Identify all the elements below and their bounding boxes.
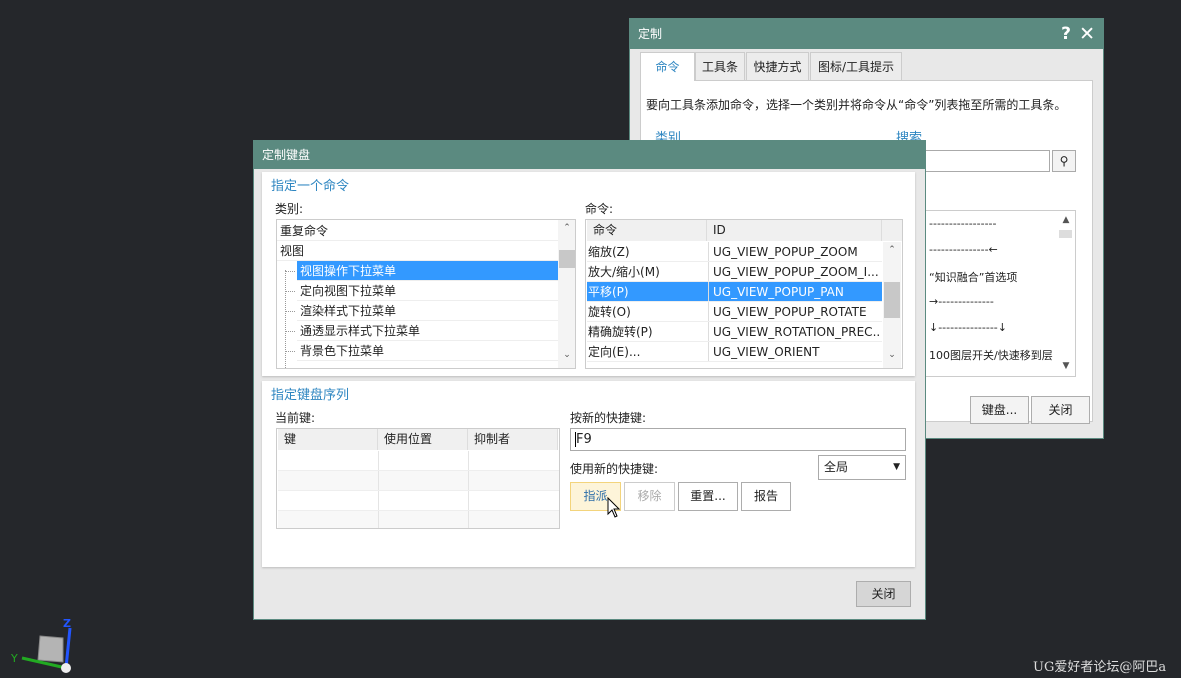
toolbar-command-list[interactable]: ----------------- ---------------← “知识融合”首… [925,210,1076,377]
empty-key-row [278,511,559,528]
command-id: UG_VIEW_ROTATION_PREC... [708,322,880,341]
command-row[interactable]: 旋转(O) UG_VIEW_POPUP_ROTATE [587,302,882,322]
command-name: 定向(E)... [588,345,641,359]
scroll-up-icon[interactable]: ▲ [1057,215,1075,225]
list-item[interactable]: 100图层开关/快速移到层 [929,347,1053,363]
scroll-down-icon[interactable]: ⌄ [883,350,901,360]
header-filler [882,220,902,241]
section-key-sequence: 指定键盘序列 [271,388,350,403]
scrollbar-thumb[interactable] [559,250,575,268]
scope-dropdown[interactable]: 全局 ▼ [818,455,906,480]
command-table[interactable]: 命令 ID 缩放(Z) UG_VIEW_POPUP_ZOOM 放大/缩小(M) UG_… [585,219,903,369]
list-item[interactable]: “知识融合”首选项 [929,269,1017,285]
tree-connector [285,291,295,292]
scroll-up-icon[interactable]: ⌃ [883,245,901,255]
keyboard-titlebar[interactable]: 定制键盘 [254,141,925,169]
report-button[interactable]: 报告 [741,482,791,511]
scope-value: 全局 [824,460,849,474]
reset-button[interactable]: 重置... [678,482,738,511]
list-item[interactable]: ----------------- [929,217,996,230]
category-item[interactable]: 视图 [277,241,558,261]
keyboard-title: 定制键盘 [262,148,311,162]
command-id: UG_VIEW_POPUP_ZOOM_I... [708,262,880,281]
mouse-cursor-icon [607,497,621,518]
customize-close-button[interactable]: 关闭 [1031,396,1090,424]
search-button[interactable]: ⚲ [1052,150,1076,172]
category-item[interactable]: 重复命令 [277,221,558,241]
category-item[interactable]: 背景色下拉菜单 [297,341,558,361]
customize-titlebar[interactable]: 定制 ? ✕ [630,19,1103,49]
list-item[interactable]: ↓---------------↓ [929,321,1007,334]
current-keys-table[interactable]: 键使用位置 抑制者 [276,428,560,529]
new-key-input[interactable]: F9 [570,428,906,451]
tree-line [285,270,286,368]
command-name: 缩放(Z) [588,245,630,259]
instruction-text: 要向工具条添加命令，选择一个类别并将命令从“命令”列表拖至所需的工具条。 [646,98,1067,112]
command-name: 平移(P) [588,285,629,299]
command-name: 精确旋转(P) [588,325,653,339]
dropdown-arrow-icon: ▼ [893,462,900,472]
tree-connector [285,331,295,332]
scroll-up-icon[interactable]: ⌃ [558,223,575,233]
command-row[interactable]: 精确旋转(P) UG_VIEW_ROTATION_PREC... [587,322,882,342]
use-new-key-label: 使用新的快捷键: [570,462,659,476]
keyboard-close-button[interactable]: 关闭 [856,581,911,607]
tab-1[interactable]: 工具条 [695,52,745,80]
category-scrollbar[interactable]: ⌃ ⌄ [558,220,575,368]
scroll-down-icon[interactable]: ▼ [1057,361,1075,371]
command-id: UG_VIEW_ORIENT [708,342,880,361]
customize-title: 定制 [638,27,663,41]
question-icon[interactable]: ? [1061,19,1071,49]
tree-connector [285,351,295,352]
column-header-command[interactable]: 命令 [587,220,707,241]
category-item[interactable]: 渲染样式下拉菜单 [297,301,558,321]
category-item[interactable]: 定向视图下拉菜单 [297,281,558,301]
scroll-down-icon[interactable]: ⌄ [558,350,575,360]
command-label: 命令: [585,202,614,216]
command-row[interactable]: 缩放(Z) UG_VIEW_POPUP_ZOOM [587,242,882,262]
tab-2[interactable]: 快捷方式 [746,52,809,80]
category-tree[interactable]: 重复命令 视图 视图操作下拉菜单 定向视图下拉菜单 渲染样式下拉菜单 通透显示样式下拉菜单… [276,219,576,369]
scrollbar-thumb[interactable] [1059,230,1072,238]
section-assign-command: 指定一个命令 [271,179,350,194]
list-item[interactable]: ---------------← [929,243,998,256]
search-input[interactable] [925,150,1050,172]
command-name: 放大/缩小(M) [588,265,660,279]
empty-key-row [278,471,559,491]
axis-y-label: Y [11,652,18,665]
axis-z-label: Z [63,617,71,630]
tree-connector [285,311,295,312]
category-item[interactable]: 视图操作下拉菜单 [297,261,558,281]
command-id: UG_VIEW_POPUP_PAN [708,282,880,301]
column-header-key-2[interactable]: 抑制者 [468,429,558,450]
column-header-id[interactable]: ID [707,220,882,241]
scrollbar-thumb[interactable] [884,282,900,318]
category-item[interactable]: 通透显示样式下拉菜单 [297,321,558,341]
watermark: UG爱好者论坛@阿巴a [1033,660,1167,675]
tab-0[interactable]: 命令 [640,52,695,81]
command-row[interactable]: 定向(E)... UG_VIEW_ORIENT [587,342,882,362]
command-row[interactable]: 放大/缩小(M) UG_VIEW_POPUP_ZOOM_I... [587,262,882,282]
column-header-key-1[interactable]: 使用位置 [378,429,468,450]
list-item[interactable]: →-------------- [929,295,994,308]
empty-key-row [278,491,559,511]
command-row[interactable]: 平移(P) UG_VIEW_POPUP_PAN [587,282,882,302]
tree-connector [285,271,295,272]
category-label: 类别: [275,202,304,216]
empty-key-row [278,451,559,471]
command-id: UG_VIEW_POPUP_ROTATE [708,302,880,321]
keyboard-button[interactable]: 键盘... [970,396,1029,424]
command-id: UG_VIEW_POPUP_ZOOM [708,242,880,261]
remove-button[interactable]: 移除 [624,482,675,511]
tab-3[interactable]: 图标/工具提示 [810,52,902,80]
search-icon: ⚲ [1059,154,1069,168]
new-key-label: 按新的快捷键: [570,411,647,425]
current-keys-label: 当前键: [275,411,316,425]
close-icon[interactable]: ✕ [1079,19,1095,49]
new-key-value: F9 [576,432,592,447]
command-scrollbar[interactable]: ⌃ ⌄ [883,242,901,368]
command-name: 旋转(O) [588,305,631,319]
column-header-key-0[interactable]: 键 [278,429,378,450]
